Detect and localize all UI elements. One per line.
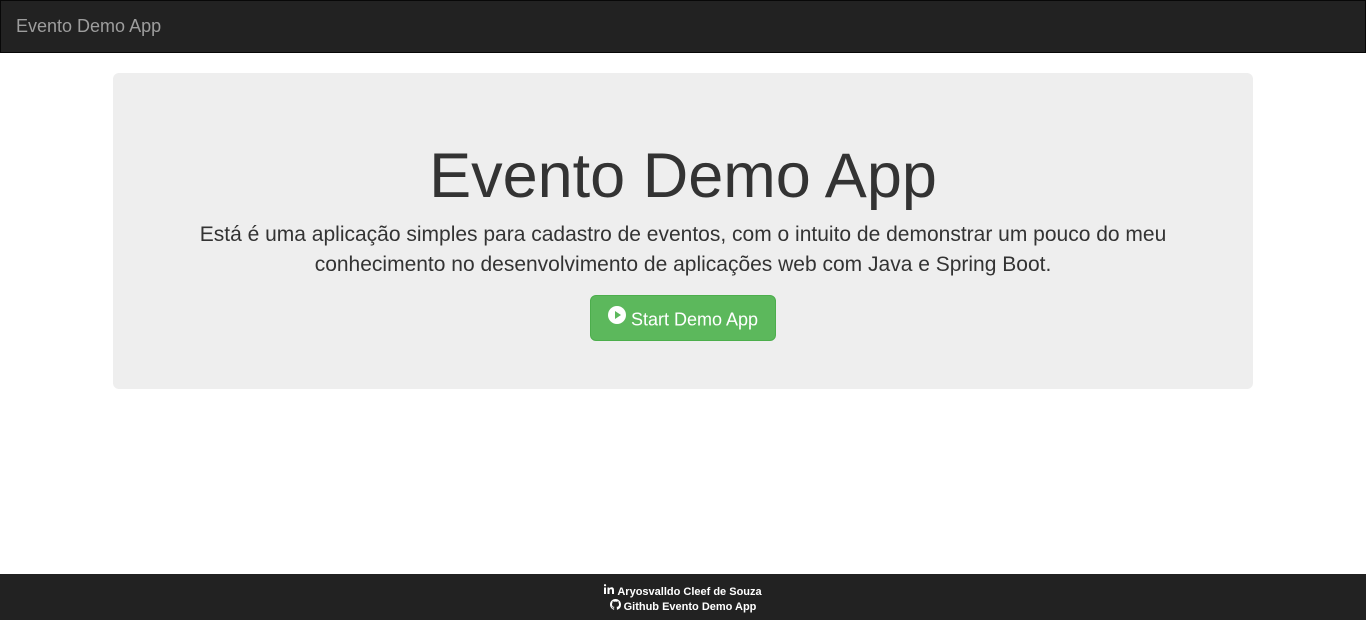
jumbotron: Evento Demo App Está é uma aplicação sim… — [113, 73, 1253, 389]
github-repo-label: Github Evento Demo App — [623, 601, 757, 613]
start-demo-app-label: Start Demo App — [630, 309, 759, 330]
start-demo-app-button[interactable]: Start Demo App — [590, 295, 776, 341]
linkedin-profile-link[interactable]: Aryosvalldo Cleef de Souza — [604, 584, 762, 598]
intro-description: Está é uma aplicação simples para cadast… — [199, 223, 1167, 276]
github-icon — [609, 598, 621, 614]
page-title: Evento Demo App — [429, 141, 937, 211]
page-footer: Aryosvalldo Cleef de Souza Github Evento… — [0, 574, 1366, 620]
github-repo-link[interactable]: Github Evento Demo App — [609, 598, 757, 614]
top-navbar: Evento Demo App — [0, 0, 1366, 53]
linkedin-profile-label: Aryosvalldo Cleef de Souza — [617, 586, 762, 598]
footer-linkedin-line: Aryosvalldo Cleef de Souza — [0, 584, 1366, 599]
navbar-brand-link[interactable]: Evento Demo App — [16, 16, 161, 36]
footer-github-line: Github Evento Demo App — [0, 598, 1366, 614]
linkedin-icon — [604, 584, 615, 598]
play-circle-icon — [607, 296, 626, 340]
